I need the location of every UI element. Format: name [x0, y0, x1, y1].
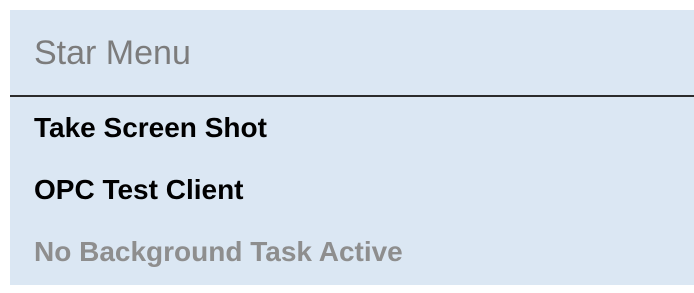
- menu-item-background-task-status: No Background Task Active: [34, 236, 403, 267]
- menu-title: Star Menu: [34, 33, 191, 72]
- menu-list: Take Screen Shot OPC Test Client No Back…: [10, 97, 694, 283]
- menu-item-take-screen-shot[interactable]: Take Screen Shot: [10, 97, 694, 159]
- star-menu-panel: Star Menu Take Screen Shot OPC Test Clie…: [10, 10, 694, 285]
- menu-item-opc-test-client[interactable]: OPC Test Client: [10, 159, 694, 221]
- menu-header: Star Menu: [10, 10, 694, 97]
